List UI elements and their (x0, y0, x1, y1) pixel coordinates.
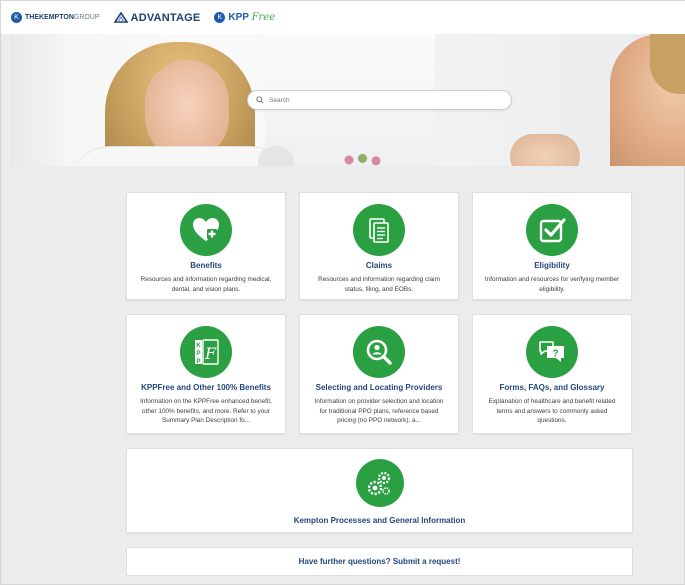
card-description: Information on provider selection and lo… (314, 398, 444, 424)
card-kppfree[interactable]: KPPF KPPFree and Other 100% Benefits Inf… (126, 314, 286, 434)
kempton-k-icon: K (11, 12, 22, 23)
search-input[interactable] (269, 96, 499, 104)
card-kempton-processes[interactable]: Kempton Processes and General Informatio… (126, 448, 633, 533)
gears-icon (355, 459, 404, 507)
card-description: Resources and information regarding medi… (140, 276, 272, 293)
card-description: Information and resources for verifying … (484, 276, 620, 293)
card-forms-faqs[interactable]: ? Forms, FAQs, and Glossary Explanation … (472, 314, 632, 434)
advantage-triangle-icon (113, 12, 128, 23)
card-description: Information on the KPPFree enhanced bene… (140, 398, 272, 424)
card-description: Resources and information regarding clai… (318, 276, 440, 293)
kpp-k-icon: K (214, 12, 226, 23)
kempton-group-logo[interactable]: K THEKEMPTONGROUP (11, 12, 100, 23)
card-title: Forms, FAQs, and Glossary (499, 383, 605, 392)
card-title: Claims (365, 261, 393, 270)
submit-request-link[interactable]: Have further questions? Submit a request… (126, 547, 633, 576)
card-title: Selecting and Locating Providers (315, 383, 443, 392)
help-center-page: K THEKEMPTONGROUP ADVANTAGE K KPP Free S… (0, 0, 685, 585)
card-providers[interactable]: Selecting and Locating Providers Informa… (299, 314, 459, 434)
card-title: Eligibility (534, 261, 570, 270)
chat-question-icon: ? (526, 326, 578, 378)
magnifier-person-icon (353, 326, 405, 378)
card-title: Benefits (190, 261, 222, 270)
documents-icon (353, 204, 405, 256)
svg-text:K: K (196, 343, 201, 349)
card-claims[interactable]: Claims Resources and information regardi… (299, 192, 459, 300)
svg-text:F: F (204, 344, 217, 363)
search-icon (256, 96, 264, 104)
svg-text:?: ? (552, 349, 558, 360)
svg-text:P: P (196, 359, 200, 365)
advantage-logo[interactable]: ADVANTAGE (113, 12, 201, 24)
svg-text:P: P (196, 351, 200, 357)
card-eligibility[interactable]: Eligibility Information and resources fo… (472, 192, 632, 300)
checkbox-icon (526, 204, 578, 256)
search-bar[interactable] (247, 90, 512, 110)
card-title: KPPFree and Other 100% Benefits (141, 383, 271, 392)
kpp-free-icon: KPPF (180, 326, 232, 378)
heart-plus-icon (180, 204, 232, 256)
card-description: Explanation of healthcare and benefit re… (488, 398, 616, 424)
top-bar: K THEKEMPTONGROUP ADVANTAGE K KPP Free (1, 1, 685, 34)
card-title: Kempton Processes and General Informatio… (293, 516, 466, 525)
kpp-free-logo[interactable]: K KPP Free (214, 12, 275, 23)
card-benefits[interactable]: Benefits Resources and information regar… (126, 192, 286, 300)
